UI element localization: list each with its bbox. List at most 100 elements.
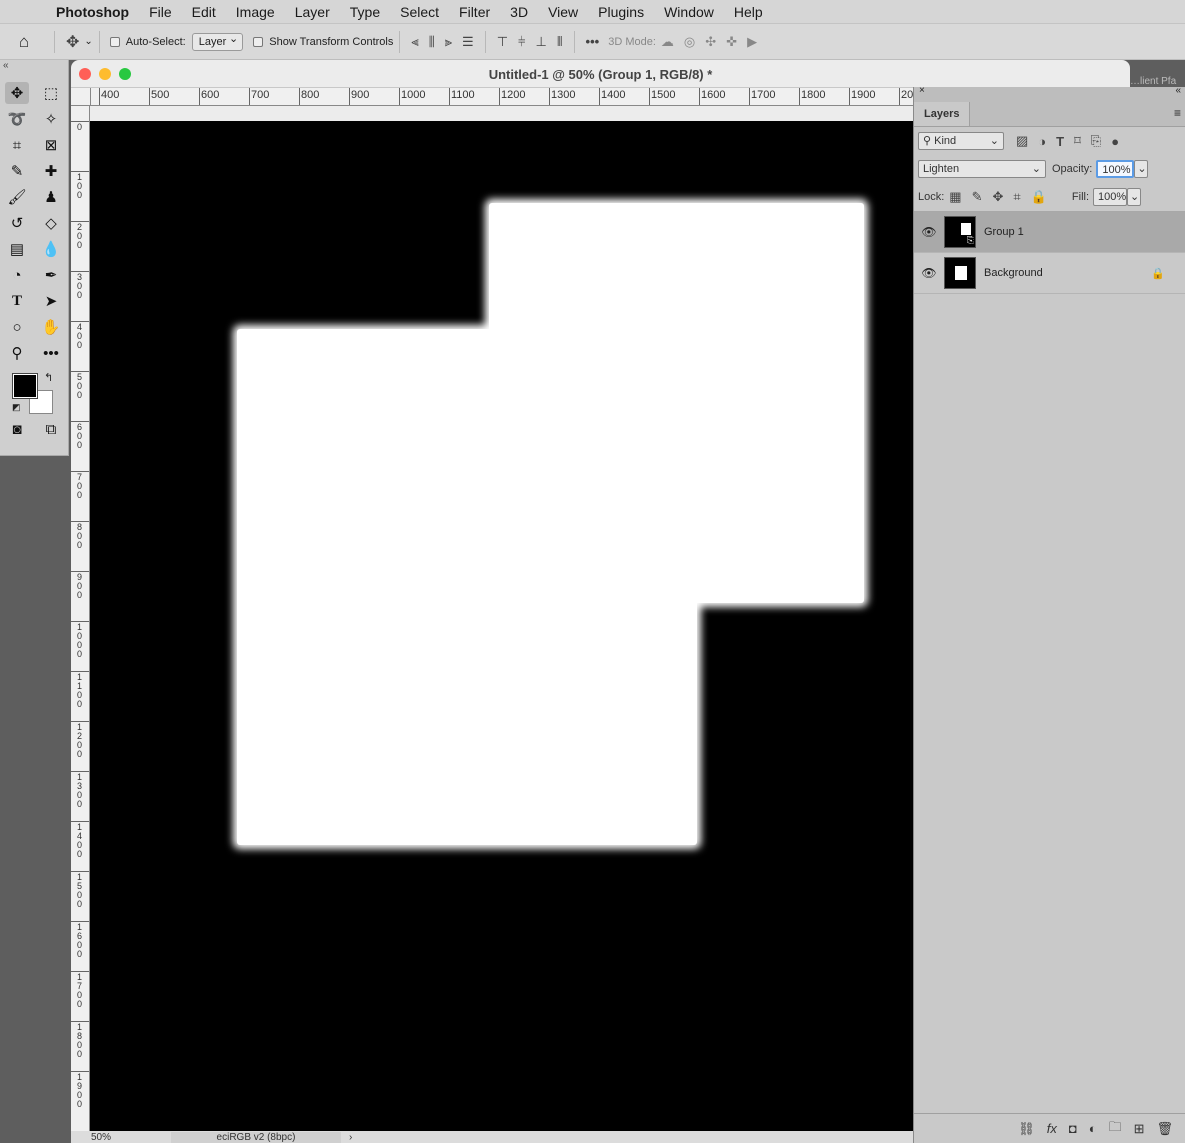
foreground-color-swatch[interactable] bbox=[12, 373, 38, 399]
hand-tool-icon[interactable]: ✋ bbox=[39, 316, 63, 338]
more-options-icon[interactable]: ••• bbox=[586, 34, 600, 49]
swap-colors-icon[interactable]: ↰ bbox=[44, 371, 53, 384]
frame-tool-icon[interactable]: ⊠ bbox=[39, 134, 63, 156]
menu-select[interactable]: Select bbox=[390, 4, 449, 20]
layer-thumbnail[interactable]: ⎘ bbox=[944, 216, 976, 248]
filter-toggle-icon[interactable]: ● bbox=[1111, 134, 1119, 149]
menu-file[interactable]: File bbox=[139, 4, 182, 20]
home-icon[interactable]: ⌂ bbox=[19, 32, 29, 52]
ruler-origin[interactable] bbox=[71, 88, 91, 106]
distribute-v-icon[interactable]: ⦀ bbox=[557, 34, 563, 50]
collapse-panel-icon[interactable]: « bbox=[1175, 85, 1181, 96]
layer-mask-icon[interactable]: ◘ bbox=[1069, 1121, 1077, 1136]
align-left-icon[interactable]: ⫷ bbox=[411, 34, 418, 50]
adjustment-layer-icon[interactable]: ◐ bbox=[1089, 1121, 1097, 1136]
hidden-panel-tabs[interactable]: …lient Pfa bbox=[1130, 76, 1176, 87]
lock-image-icon[interactable]: ✎ bbox=[972, 189, 983, 205]
link-layers-icon[interactable]: ⛓ bbox=[1018, 1121, 1035, 1137]
blur-tool-icon[interactable]: 💧 bbox=[39, 238, 63, 260]
menu-layer[interactable]: Layer bbox=[285, 4, 340, 20]
stamp-tool-icon[interactable]: ♟ bbox=[39, 186, 63, 208]
blend-mode-dropdown[interactable]: Lighten ⌄ bbox=[918, 160, 1046, 178]
menu-app[interactable]: Photoshop bbox=[46, 4, 139, 20]
more-tools-icon[interactable]: ••• bbox=[39, 342, 63, 364]
chevron-down-icon[interactable]: ⌄ bbox=[84, 36, 92, 47]
move-tool-icon[interactable]: ✥ bbox=[5, 82, 29, 104]
crop-tool-icon[interactable]: ⌗ bbox=[5, 134, 29, 156]
ellipse-tool-icon[interactable]: ○ bbox=[5, 316, 29, 338]
auto-select-dropdown[interactable]: Layer bbox=[191, 31, 244, 51]
align-bottom-icon[interactable]: ⊥ bbox=[535, 34, 546, 50]
menu-plugins[interactable]: Plugins bbox=[588, 4, 654, 20]
transform-controls-checkbox[interactable] bbox=[253, 36, 264, 47]
gradient-tool-icon[interactable]: ▤ bbox=[5, 238, 29, 260]
opacity-dropdown-icon[interactable]: ⌄ bbox=[1134, 160, 1149, 178]
layer-style-icon[interactable]: fx bbox=[1047, 1121, 1057, 1136]
filter-kind-dropdown[interactable]: ⚲ Kind ⌄ bbox=[918, 132, 1004, 150]
quick-mask-icon[interactable]: ◙ bbox=[5, 418, 29, 440]
layer-row-background[interactable]: 👁 Background 🔒 bbox=[914, 253, 1185, 294]
opacity-input[interactable]: 100% bbox=[1096, 160, 1135, 178]
pan-3d-icon[interactable]: ✣ bbox=[705, 34, 716, 50]
menu-view[interactable]: View bbox=[538, 4, 588, 20]
zoom-tool-icon[interactable]: ⚲ bbox=[5, 342, 29, 364]
fill-input[interactable]: 100% bbox=[1093, 188, 1128, 206]
menu-image[interactable]: Image bbox=[226, 4, 285, 20]
marquee-tool-icon[interactable]: ⬚ bbox=[39, 82, 63, 104]
move-tool-icon[interactable]: ✥ bbox=[66, 32, 79, 52]
distribute-icon[interactable]: ☰ bbox=[462, 34, 474, 50]
menu-3d[interactable]: 3D bbox=[500, 4, 538, 20]
lock-artboard-icon[interactable]: ⌗ bbox=[1013, 189, 1020, 205]
visibility-eye-icon[interactable]: 👁 bbox=[914, 266, 944, 280]
slide-3d-icon[interactable]: ✜ bbox=[726, 34, 737, 50]
vertical-ruler[interactable]: 0 100 200 300 400 500 600 700 800 900 1000 1100 1200… bbox=[71, 106, 90, 1131]
align-top-icon[interactable]: ⊤ bbox=[497, 34, 508, 50]
lock-position-icon[interactable]: ✥ bbox=[993, 189, 1004, 205]
healing-brush-icon[interactable]: ✚ bbox=[39, 160, 63, 182]
close-panel-icon[interactable]: × bbox=[919, 85, 925, 96]
roll-3d-icon[interactable]: ◎ bbox=[684, 34, 695, 50]
align-right-icon[interactable]: ⫸ bbox=[445, 34, 452, 50]
screen-mode-icon[interactable]: ⧉ bbox=[39, 418, 63, 440]
eyedropper-icon[interactable]: ✎ bbox=[5, 160, 29, 182]
layer-name[interactable]: Group 1 bbox=[984, 226, 1024, 238]
filter-smart-object-icon[interactable]: ⎘ bbox=[1091, 133, 1101, 149]
menu-filter[interactable]: Filter bbox=[449, 4, 500, 20]
lock-all-icon[interactable]: 🔒 bbox=[1031, 189, 1047, 205]
status-chevron-icon[interactable]: › bbox=[349, 1132, 352, 1143]
dodge-tool-icon[interactable]: ◔ bbox=[5, 264, 29, 286]
align-vcenter-icon[interactable]: ⫩ bbox=[518, 34, 525, 50]
default-colors-icon[interactable]: ◩ bbox=[12, 402, 21, 413]
layer-thumbnail[interactable] bbox=[944, 257, 976, 289]
filter-shape-icon[interactable]: ⌑ bbox=[1074, 133, 1081, 149]
color-profile[interactable]: eciRGB v2 (8bpc) bbox=[171, 1131, 341, 1143]
new-layer-icon[interactable]: ⊞ bbox=[1134, 1121, 1145, 1137]
pen-tool-icon[interactable]: ✒ bbox=[39, 264, 63, 286]
lasso-tool-icon[interactable]: ➰ bbox=[5, 108, 29, 130]
menu-window[interactable]: Window bbox=[654, 4, 724, 20]
layer-row-group[interactable]: 👁 ⎘ Group 1 bbox=[914, 212, 1185, 253]
layer-name[interactable]: Background bbox=[984, 267, 1043, 279]
menu-type[interactable]: Type bbox=[340, 4, 390, 20]
zoom-level[interactable]: 50% bbox=[91, 1132, 171, 1143]
delete-layer-icon[interactable]: 🗑 bbox=[1156, 1121, 1173, 1137]
align-hcenter-icon[interactable]: ⫼ bbox=[429, 34, 435, 50]
canvas[interactable] bbox=[90, 121, 913, 1131]
scale-3d-icon[interactable]: ▶ bbox=[747, 34, 757, 50]
visibility-eye-icon[interactable]: 👁 bbox=[914, 225, 944, 239]
brush-tool-icon[interactable]: 🖌 bbox=[5, 186, 29, 208]
tab-layers[interactable]: Layers bbox=[914, 102, 971, 126]
history-brush-icon[interactable]: ↺ bbox=[5, 212, 29, 234]
type-tool-icon[interactable]: T bbox=[5, 290, 29, 312]
filter-adjustment-icon[interactable]: ◑ bbox=[1038, 134, 1046, 149]
new-group-icon[interactable]: 🗀 bbox=[1109, 1118, 1122, 1140]
auto-select-checkbox[interactable] bbox=[109, 36, 120, 47]
panel-menu-icon[interactable]: ≡ bbox=[1174, 106, 1181, 120]
filter-type-icon[interactable]: T bbox=[1056, 134, 1064, 149]
collapse-icon[interactable]: « bbox=[0, 60, 68, 80]
eraser-tool-icon[interactable]: ◇ bbox=[39, 212, 63, 234]
menu-edit[interactable]: Edit bbox=[182, 4, 226, 20]
horizontal-ruler[interactable]: 400 500 600 700 800 900 1000 1100 1200 1300 1400 15… bbox=[91, 88, 916, 106]
path-select-icon[interactable]: ➤ bbox=[39, 290, 63, 312]
fill-dropdown-icon[interactable]: ⌄ bbox=[1127, 188, 1142, 206]
